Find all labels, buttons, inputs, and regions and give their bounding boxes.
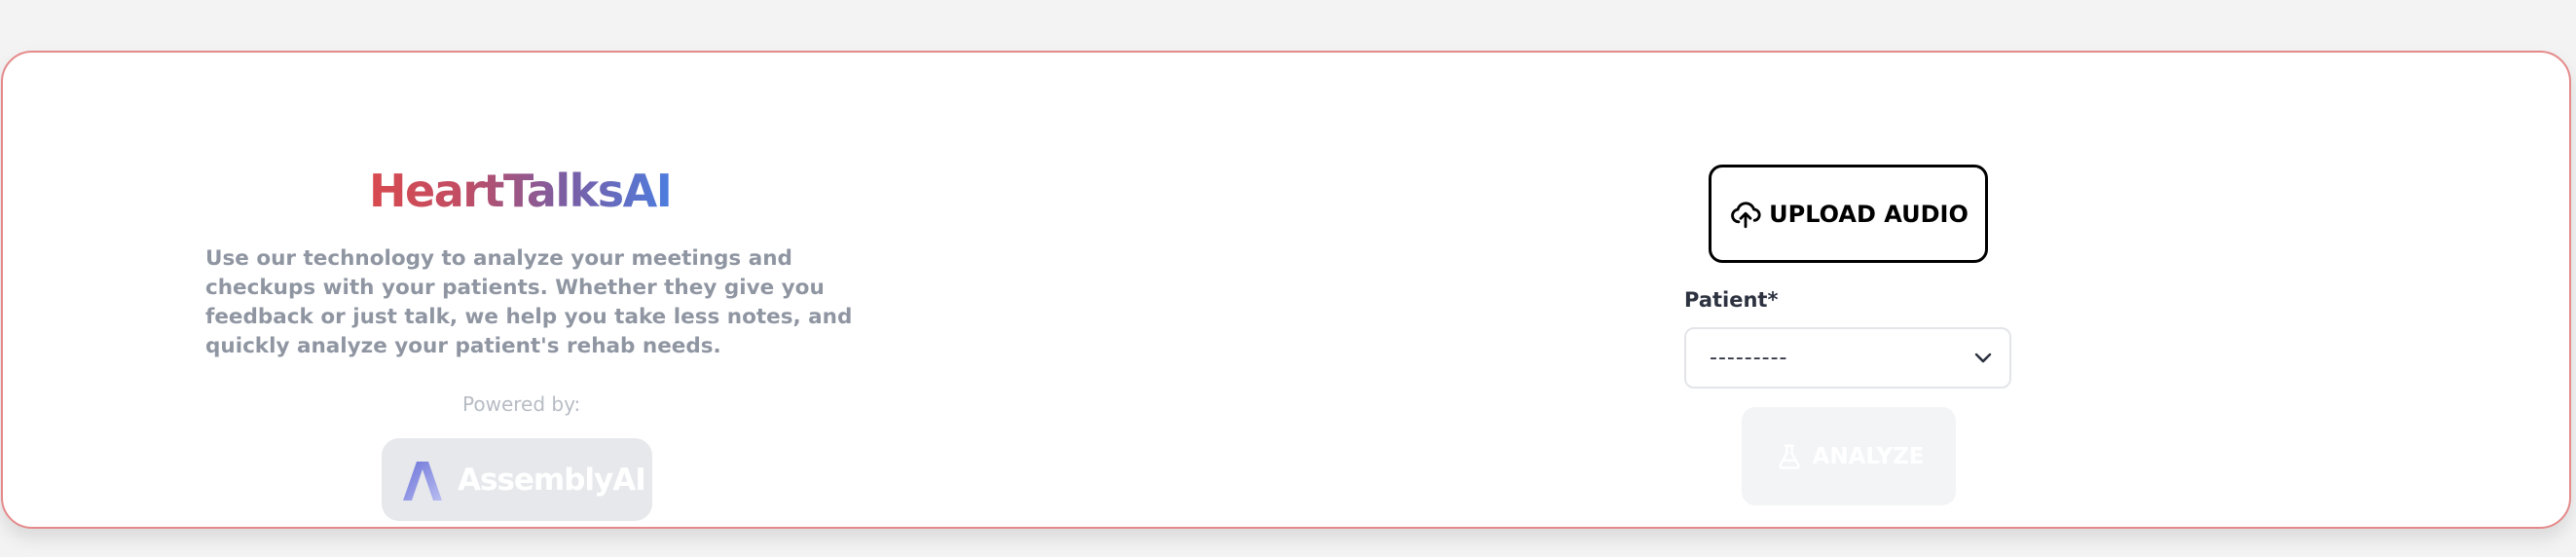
upload-audio-label: UPLOAD AUDIO (1769, 200, 1969, 228)
assemblyai-badge[interactable]: AssemblyAI (382, 438, 652, 521)
intro-description: Use our technology to analyze your meeti… (205, 246, 853, 358)
analyze-button[interactable]: ANALYZE (1742, 407, 1956, 505)
powered-by-label: Powered by: (462, 392, 581, 416)
chevron-down-icon (1972, 349, 1994, 370)
patient-select-value: --------- (1710, 346, 1788, 370)
patient-label: Patient* (1684, 288, 1779, 312)
assemblyai-name: AssemblyAI (458, 462, 646, 498)
flask-icon (1774, 441, 1805, 472)
brand-title: HeartTalksAI (369, 165, 673, 217)
page: HeartTalksAI Use our technology to analy… (0, 0, 2576, 557)
upload-audio-button[interactable]: UPLOAD AUDIO (1709, 165, 1988, 263)
assemblyai-logo-icon (397, 456, 448, 504)
cloud-upload-icon (1728, 197, 1763, 232)
main-card: HeartTalksAI Use our technology to analy… (1, 51, 2571, 529)
patient-select[interactable]: --------- (1684, 327, 2011, 389)
analyze-label: ANALYZE (1812, 443, 1925, 469)
